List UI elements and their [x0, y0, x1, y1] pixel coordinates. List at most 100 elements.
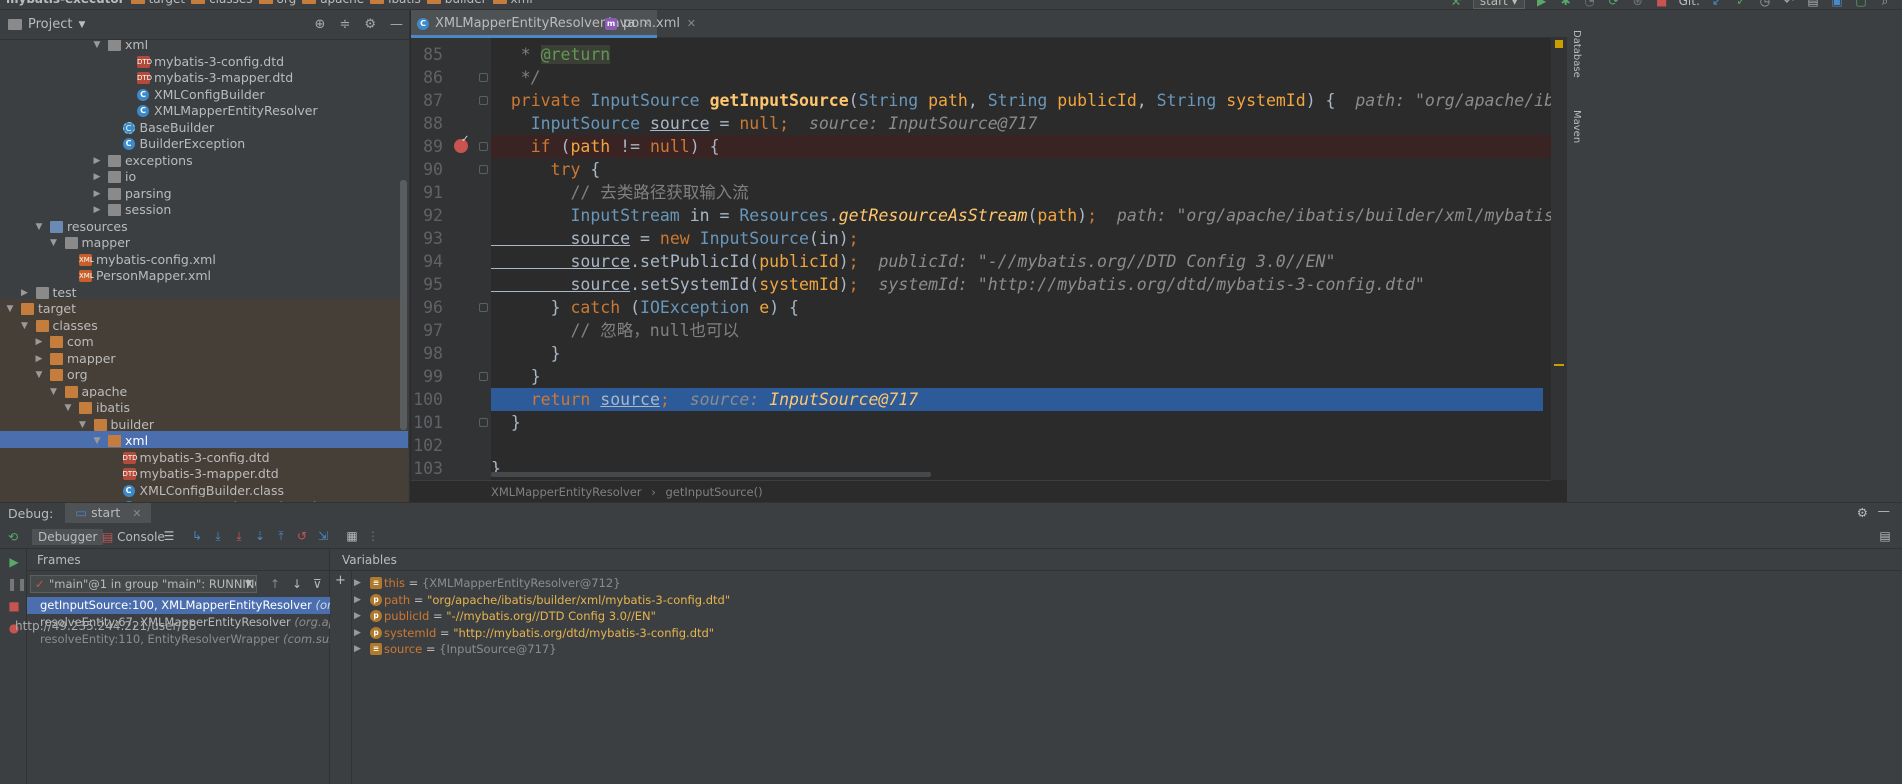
step-out-icon[interactable]: ⤒ — [274, 529, 288, 543]
debug-settings-gear-icon[interactable]: ⚙ — [1857, 505, 1868, 520]
restore-layout-icon[interactable]: ▤ — [1878, 529, 1892, 543]
fold-icon[interactable] — [479, 302, 488, 312]
code-line[interactable]: if (path != null) { — [491, 134, 1551, 158]
arrow-down-icon[interactable]: ↓ — [292, 577, 302, 591]
chevron-right-icon[interactable]: ▶ — [354, 575, 361, 591]
code-line[interactable]: return source; source: InputSource@717 — [491, 387, 1543, 411]
code-line[interactable]: source.setPublicId(publicId); publicId: … — [491, 250, 1551, 273]
code-line[interactable]: source.setSystemId(systemId); systemId: … — [491, 273, 1551, 296]
layout-menu-icon[interactable]: ☰ — [162, 529, 176, 543]
breadcrumb-item[interactable]: mybatis-executor — [6, 0, 125, 6]
tab-pom-xml[interactable]: m pom.xml ✕ — [599, 10, 702, 38]
rerun-icon[interactable]: ⟲ — [8, 529, 18, 545]
code-line[interactable]: try { — [491, 158, 1551, 181]
warning-marker[interactable] — [1555, 40, 1563, 48]
tab-console[interactable]: ▤ Console — [102, 529, 165, 545]
hammer-icon[interactable]: ⚒ — [1449, 0, 1463, 8]
coverage-icon[interactable]: ◔ — [1583, 0, 1597, 8]
tree-scrollbar[interactable] — [400, 180, 407, 430]
filter-icon[interactable]: ⊽ — [313, 577, 322, 591]
code-line[interactable]: */ — [491, 66, 1551, 89]
pause-icon[interactable]: ❚❚ — [7, 577, 27, 591]
code-line[interactable]: } — [491, 411, 1551, 434]
minimize-icon[interactable]: — — [390, 17, 403, 32]
git-update-icon[interactable]: ↙ — [1710, 0, 1724, 8]
show-execution-point-icon[interactable]: ↳ — [190, 529, 204, 543]
chevron-right-icon[interactable]: ▶ — [354, 625, 361, 641]
fold-icon[interactable] — [479, 417, 488, 427]
tab-debugger[interactable]: Debugger — [32, 529, 104, 545]
debug-minimize-icon[interactable]: — — [1878, 503, 1891, 518]
code-line[interactable] — [491, 434, 1551, 457]
breadcrumb-item[interactable]: xml — [511, 0, 533, 6]
breadcrumb-item[interactable]: apache — [320, 0, 364, 6]
step-over-icon[interactable]: ⤓ — [211, 529, 225, 543]
attach-icon[interactable]: ⊛ — [1631, 0, 1645, 8]
line-number: 86 — [423, 67, 443, 87]
breadcrumb-item[interactable]: classes — [209, 0, 252, 6]
search-everywhere-icon[interactable]: ⌕ — [1878, 0, 1892, 8]
fold-icon[interactable] — [479, 371, 488, 381]
fold-icon[interactable] — [479, 72, 488, 82]
code-line[interactable]: private InputSource getInputSource(Strin… — [491, 89, 1551, 112]
database-tool-tab[interactable]: Database — [1571, 30, 1582, 78]
close-icon[interactable]: ✕ — [687, 10, 696, 38]
vcs-icon[interactable]: ▢ — [1854, 0, 1868, 8]
breadcrumb-item[interactable]: builder — [445, 0, 487, 6]
chevron-down-icon[interactable]: ▼ — [78, 20, 85, 30]
breadcrumb-class[interactable]: XMLMapperEntityResolver — [491, 485, 642, 499]
evaluate-expression-icon[interactable]: ▦ — [345, 529, 359, 543]
debug-session-tab[interactable]: ▭ start ✕ — [65, 503, 152, 523]
chevron-right-icon[interactable]: ▶ — [354, 608, 361, 624]
chevron-right-icon[interactable]: ▶ — [354, 592, 361, 608]
fold-icon[interactable] — [479, 95, 488, 105]
run-icon[interactable]: ▶ — [1535, 0, 1549, 8]
maven-tool-tab[interactable]: Maven — [1571, 110, 1582, 143]
project-title[interactable]: Project — [28, 17, 72, 32]
stack-frame[interactable]: getInputSource:100, XMLMapperEntityResol… — [27, 597, 330, 614]
breadcrumb-item[interactable]: org — [277, 0, 297, 6]
collapse-all-icon[interactable]: ≑ — [339, 17, 350, 32]
git-commit-icon[interactable]: ✓ — [1734, 0, 1748, 8]
code-line[interactable]: InputStream in = Resources.getResourceAs… — [491, 204, 1551, 227]
sdk-icon[interactable]: ▣ — [1830, 0, 1844, 8]
run-config-select[interactable]: start ▾ — [1472, 0, 1525, 9]
step-into-icon[interactable]: ⤓ — [232, 529, 246, 543]
debug-icon[interactable]: ✱ — [1559, 0, 1573, 8]
trace-icon[interactable]: ⋮ — [366, 529, 380, 543]
git-rollback-icon[interactable]: ↶ — [1782, 0, 1796, 8]
drop-frame-icon[interactable]: ↺ — [295, 529, 309, 543]
stack-frame[interactable]: resolveEntity:110, EntityResolverWrapper… — [27, 631, 330, 648]
code-line[interactable]: } — [491, 342, 1551, 365]
code-line[interactable]: * @return — [491, 43, 1551, 66]
close-icon[interactable]: ✕ — [132, 507, 141, 520]
code-line[interactable]: InputSource source = null; source: Input… — [491, 112, 1551, 135]
structure-icon[interactable]: ▤ — [1806, 0, 1820, 8]
fold-icon[interactable] — [479, 164, 488, 174]
add-watch-icon[interactable]: + — [335, 573, 346, 588]
stop-icon[interactable]: ■ — [1655, 0, 1669, 8]
force-step-into-icon[interactable]: ⇣ — [253, 529, 267, 543]
error-stripe-mark[interactable] — [1554, 364, 1564, 366]
thread-select[interactable]: ✓ "main"@1 in group "main": RUNNING ▼ — [30, 575, 257, 593]
code-line[interactable]: // 去类路径获取输入流 — [491, 181, 1551, 204]
code-editor[interactable]: * @return */ private InputSource getInpu… — [491, 38, 1551, 480]
run-to-cursor-icon[interactable]: ⇲ — [316, 529, 330, 543]
breadcrumb-method[interactable]: getInputSource() — [665, 485, 762, 499]
stop-debug-icon[interactable]: ■ — [7, 599, 21, 613]
breadcrumb-item[interactable]: target — [149, 0, 186, 6]
editor-horizontal-scrollbar[interactable] — [491, 472, 931, 477]
profile-icon[interactable]: ⟳ — [1607, 0, 1621, 8]
code-line[interactable]: } — [491, 365, 1551, 388]
gear-icon[interactable]: ⚙ — [364, 17, 376, 32]
chevron-right-icon[interactable]: ▶ — [354, 641, 361, 657]
resume-icon[interactable]: ▶ — [7, 555, 21, 569]
breadcrumb-item[interactable]: ibatis — [388, 0, 421, 6]
code-line[interactable]: source = new InputSource(in); — [491, 227, 1551, 250]
code-line[interactable]: } catch (IOException e) { — [491, 296, 1551, 319]
locate-icon[interactable]: ⊕ — [315, 17, 326, 32]
fold-icon[interactable] — [479, 141, 488, 151]
git-history-icon[interactable]: ◷ — [1758, 0, 1772, 8]
arrow-up-icon[interactable]: ↑ — [270, 577, 280, 591]
code-line[interactable]: // 忽略，null也可以 — [491, 319, 1551, 342]
